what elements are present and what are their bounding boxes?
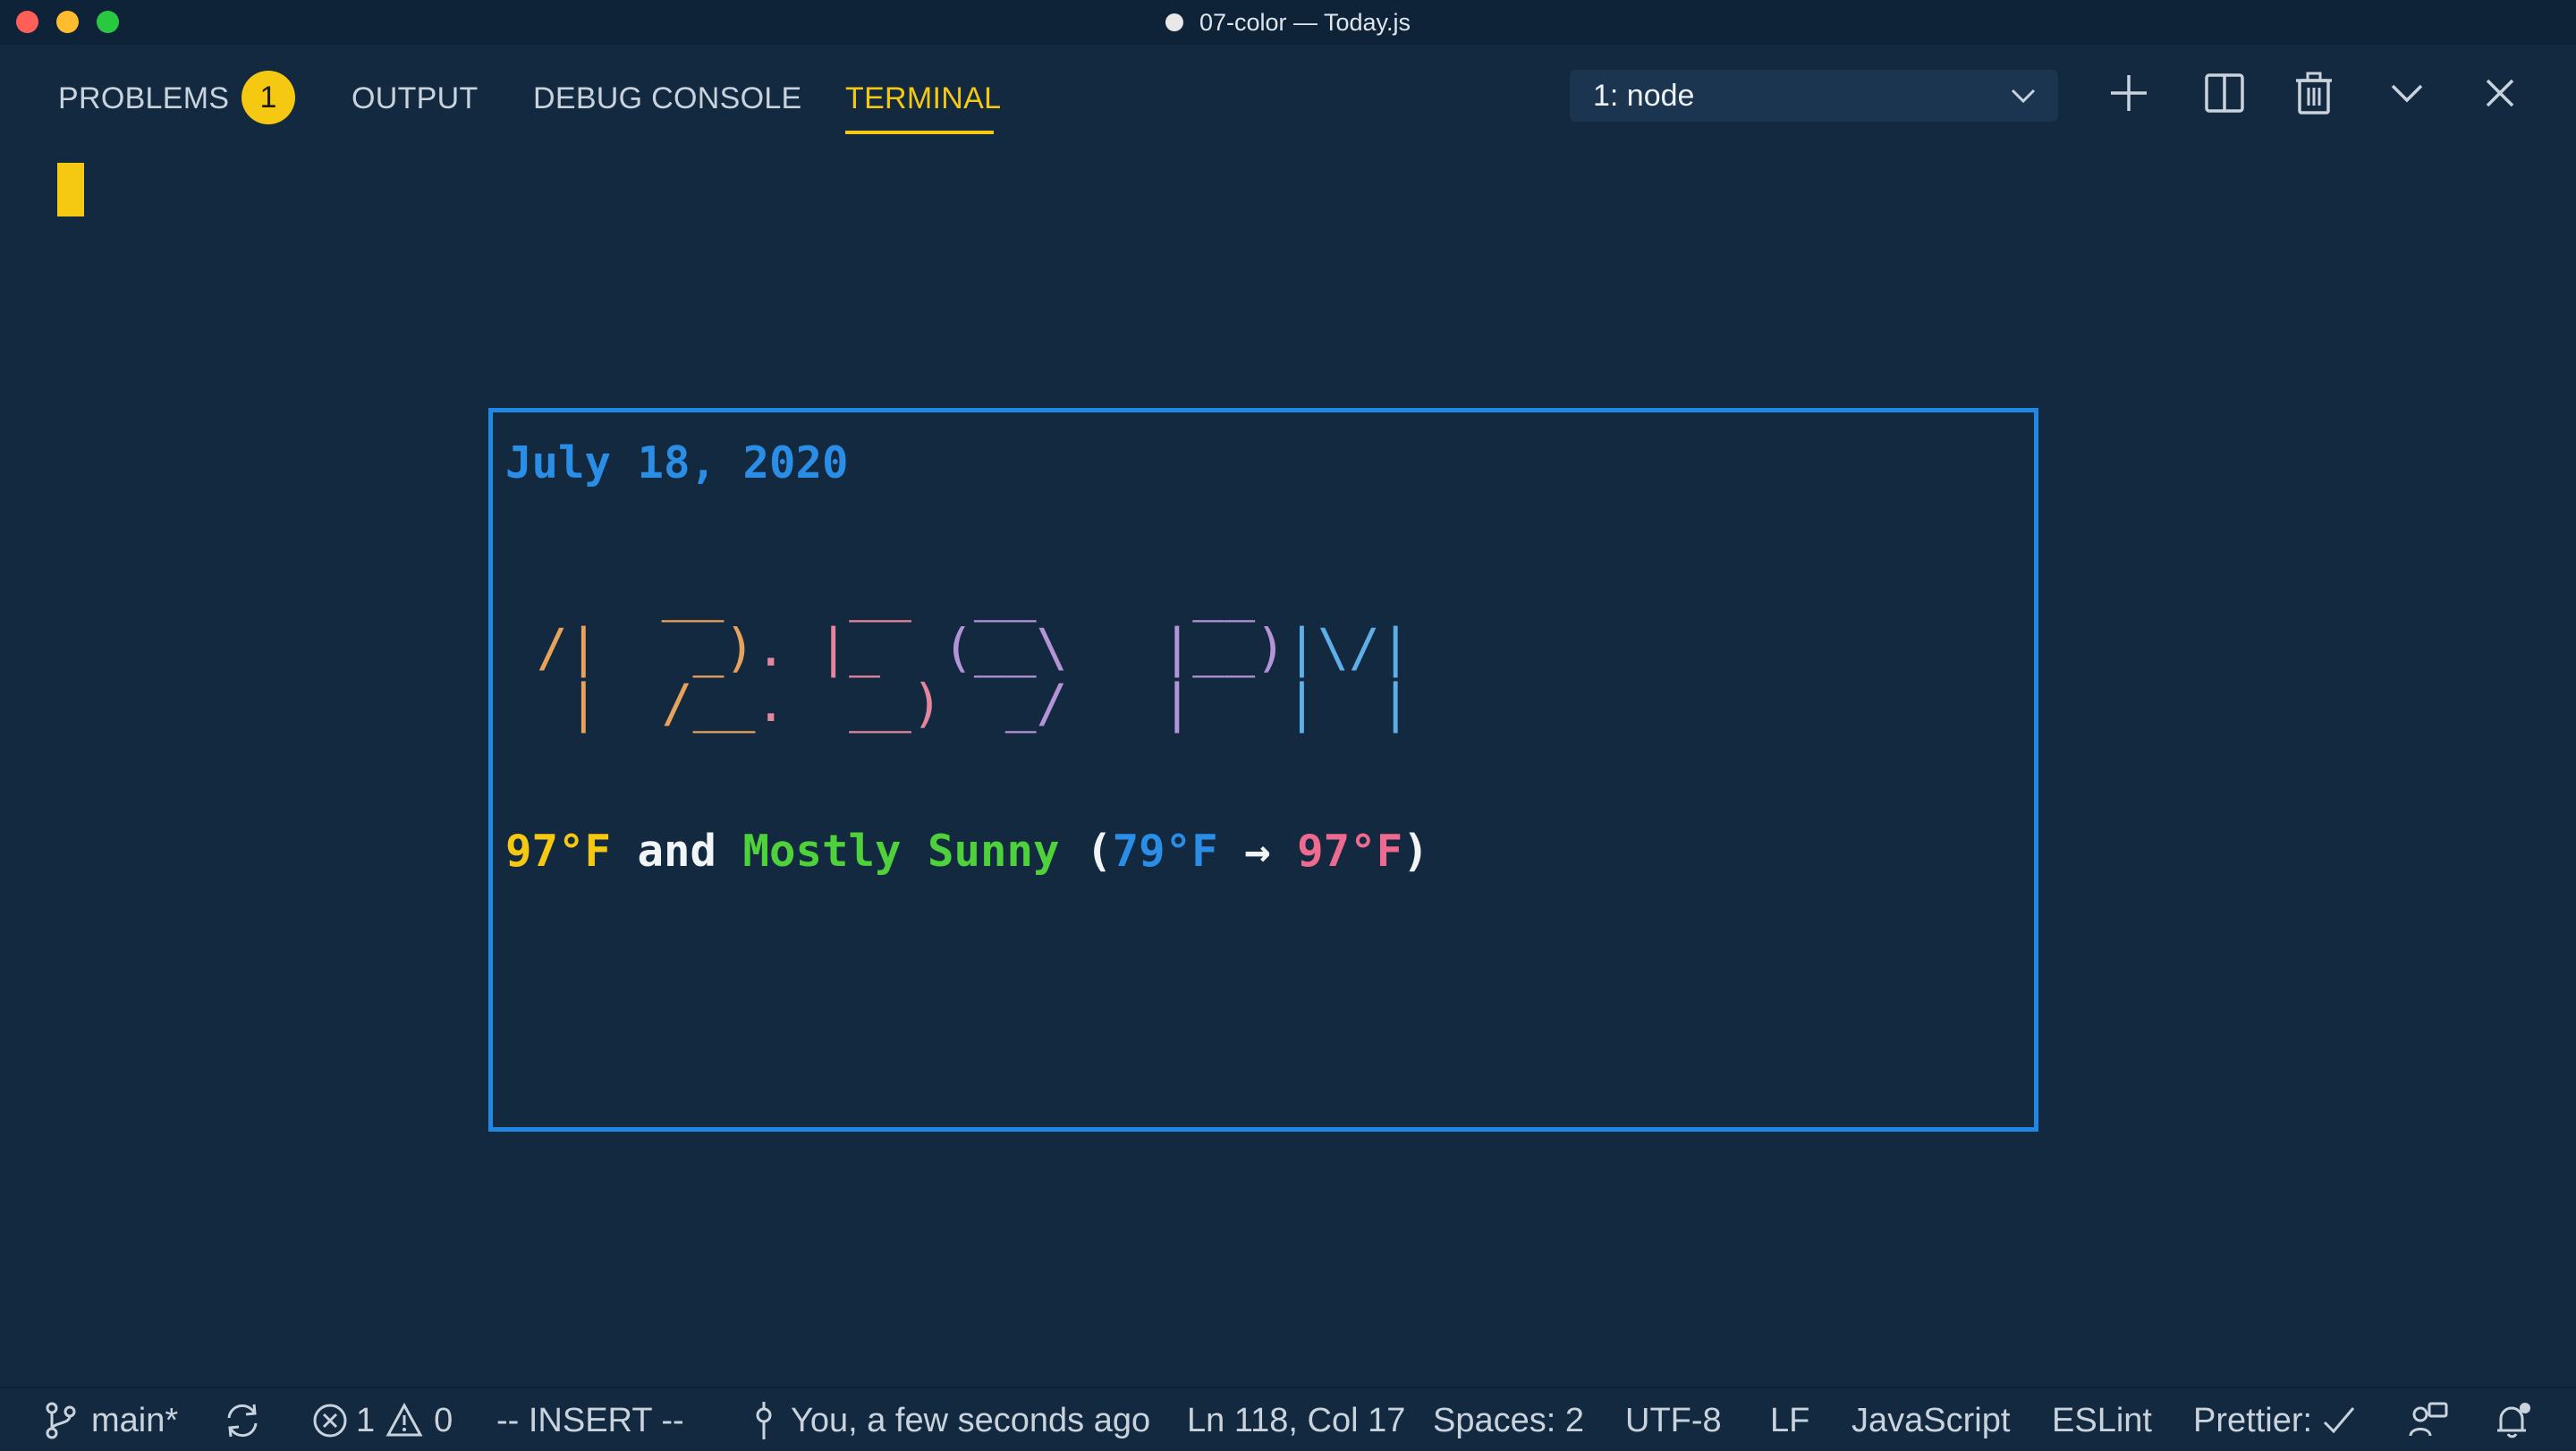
error-circle-icon [313, 1404, 347, 1438]
chevron-down-icon [2011, 89, 2036, 104]
prettier-status[interactable]: Prettier: [2193, 1388, 2357, 1451]
clock-digit-1-r3: | [505, 673, 631, 734]
plus-icon[interactable] [2104, 68, 2154, 118]
problems-status[interactable]: 1 0 [311, 1388, 453, 1451]
git-commit-icon [756, 1402, 772, 1439]
range-arrow: → [1217, 826, 1298, 877]
terminal-instance-label: 1: node [1593, 78, 1695, 113]
prettier-label: Prettier: [2193, 1401, 2313, 1439]
terminal-instance-select[interactable]: 1: node [1570, 70, 2058, 122]
sync-icon [227, 1404, 258, 1438]
paren-close: ) [1402, 826, 1429, 877]
clock-p-r3: | [1161, 673, 1287, 734]
feedback-icon [2409, 1402, 2448, 1437]
weather-condition: Mostly Sunny [742, 826, 1060, 877]
maximize-panel-chevron-icon[interactable] [2382, 68, 2432, 118]
language-mode-status[interactable]: JavaScript [1852, 1388, 2010, 1451]
paren-open: ( [1059, 826, 1113, 877]
clock-m-r2: |\/| [1286, 617, 1411, 678]
tab-problems[interactable]: PROBLEMS [58, 72, 229, 125]
feedback-button[interactable] [2408, 1388, 2449, 1451]
sync-button[interactable] [222, 1388, 263, 1451]
terminal-area[interactable]: July 18, 2020 __ __ __ __ /| _). |_ (__\… [0, 143, 2576, 1387]
trash-icon[interactable] [2289, 68, 2339, 118]
clock-digit-1-r2: /| [505, 617, 631, 678]
vim-mode-status: -- INSERT -- [496, 1401, 684, 1439]
active-tab-indicator [845, 131, 994, 134]
tab-terminal[interactable]: TERMINAL [845, 72, 1001, 125]
problems-count-badge: 1 [242, 71, 295, 124]
today-widget-box: July 18, 2020 __ __ __ __ /| _). |_ (__\… [488, 408, 2038, 1132]
encoding-status[interactable]: UTF-8 [1625, 1388, 1722, 1451]
indentation-status[interactable]: Spaces: 2 [1433, 1388, 1584, 1451]
error-count: 1 [356, 1401, 376, 1439]
bell-icon [2497, 1403, 2530, 1438]
weather-connector: and [611, 826, 743, 877]
low-temp: 79°F [1112, 826, 1218, 877]
clock-digit-4-r3: _/ [942, 673, 1099, 734]
unsaved-dot-icon [1165, 13, 1183, 31]
clock-digit-2-r2: _) [630, 617, 756, 678]
blame-text: You, a few seconds ago [791, 1401, 1151, 1439]
clock-gap-r3 [1099, 673, 1162, 734]
clock-digit-3-r1: __ [818, 562, 943, 623]
clock-gap-r1 [1099, 562, 1162, 623]
clock-digit-3-r3: __) [818, 673, 943, 734]
window-title-wrap: 07-color — Today.js [0, 0, 2576, 45]
clock-digit-2-r1: __ [630, 562, 756, 623]
clock-digit-2-r3: /__ [630, 673, 756, 734]
clock-colon-r2: . [755, 617, 818, 678]
eslint-status[interactable]: ESLint [2052, 1388, 2152, 1451]
clock-colon-r3: . [755, 673, 818, 734]
window-title: 07-color — Today.js [1199, 8, 1411, 36]
split-terminal-icon[interactable] [2199, 68, 2250, 118]
cursor-position-status[interactable]: Ln 118, Col 17 [1187, 1388, 1405, 1451]
clock-digit-4-r2: (__\ [942, 617, 1099, 678]
terminal-cursor [57, 163, 84, 216]
high-temp: 97°F [1297, 826, 1403, 877]
weather-line: 97°F and Mostly Sunny (79°F → 97°F) [505, 826, 1429, 877]
tab-debug-console[interactable]: DEBUG CONSOLE [533, 72, 802, 125]
notifications-button[interactable] [2492, 1388, 2533, 1451]
branch-name: main* [91, 1401, 179, 1439]
vscode-window: 07-color — Today.js PROBLEMS 1 OUTPUT DE… [0, 0, 2576, 1451]
git-branch-icon [46, 1402, 76, 1439]
clock-m-r1 [1286, 562, 1411, 623]
clock-digit-1-r1 [505, 562, 631, 623]
git-blame-status[interactable]: You, a few seconds ago [751, 1388, 1150, 1451]
clock-digit-3-r2: |_ [818, 617, 943, 678]
status-bar: main* 1 0 -- INSERT -- You, a few second… [0, 1387, 2576, 1451]
ascii-clock: __ __ __ __ /| _). |_ (__\ |__)|\/| | /_… [505, 564, 1411, 731]
check-icon [2323, 1407, 2355, 1434]
clock-p-r1: __ [1161, 562, 1287, 623]
date-text: July 18, 2020 [505, 437, 849, 488]
warning-triangle-icon [386, 1402, 423, 1437]
clock-gap-r2 [1099, 617, 1162, 678]
close-icon[interactable] [2475, 68, 2525, 118]
panel-header: PROBLEMS 1 OUTPUT DEBUG CONSOLE TERMINAL… [0, 45, 2576, 143]
current-temp: 97°F [505, 826, 612, 877]
clock-m-r3: | | [1286, 673, 1411, 734]
title-bar: 07-color — Today.js [0, 0, 2576, 45]
eol-status[interactable]: LF [1770, 1388, 1809, 1451]
clock-colon-r1 [755, 562, 818, 623]
clock-digit-4-r1: __ [942, 562, 1099, 623]
git-branch-status[interactable]: main* [43, 1388, 178, 1451]
tab-output[interactable]: OUTPUT [352, 72, 479, 125]
clock-p-r2: |__) [1161, 617, 1287, 678]
warning-count: 0 [434, 1401, 453, 1439]
